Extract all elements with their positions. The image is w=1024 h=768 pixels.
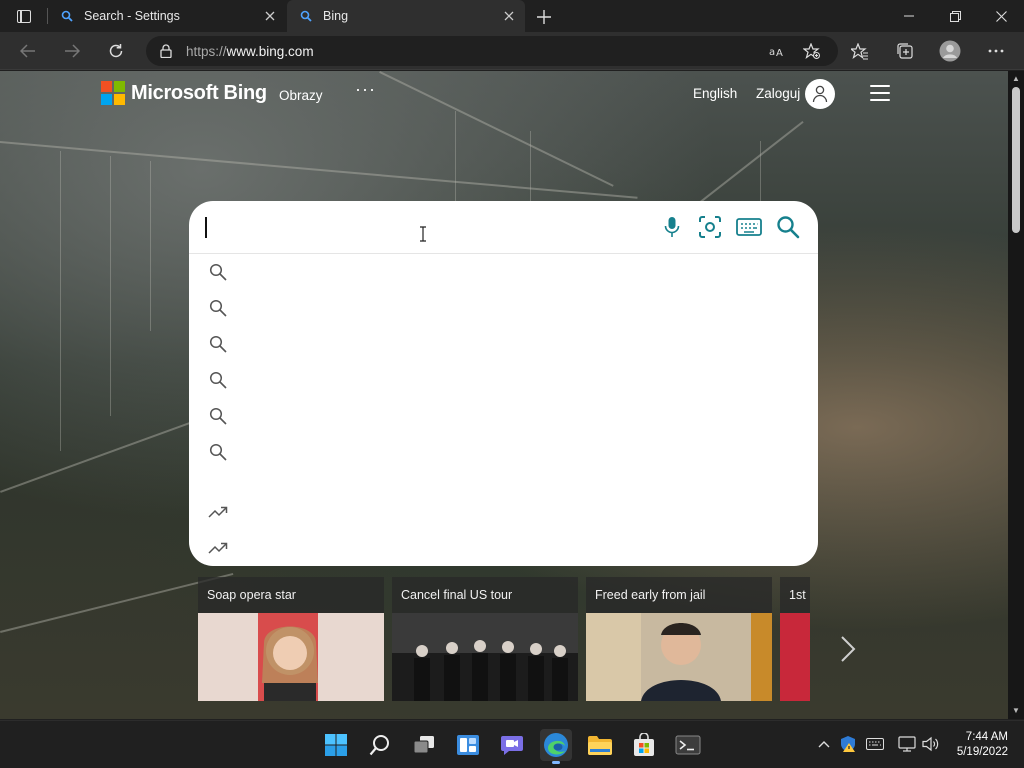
minimize-button[interactable] xyxy=(886,0,932,32)
tab-strip: Search - Settings Bing xyxy=(0,0,1024,32)
clock-date: 5/19/2022 xyxy=(956,746,1008,758)
bridge-rope xyxy=(455,111,456,211)
user-avatar-icon[interactable] xyxy=(805,79,835,109)
brand-name: Microsoft Bing xyxy=(131,81,267,104)
widgets-icon[interactable] xyxy=(452,729,484,761)
network-icon[interactable] xyxy=(898,735,916,753)
scroll-up-icon[interactable]: ▲ xyxy=(1012,75,1020,83)
bing-homepage: Microsoft Bing Obrazy ··· English Zalogu… xyxy=(0,71,1008,719)
news-card[interactable]: 1st xyxy=(780,577,810,701)
collections-icon[interactable] xyxy=(891,37,919,65)
forward-icon[interactable] xyxy=(58,37,86,65)
favorites-icon[interactable] xyxy=(846,37,874,65)
file-explorer-icon[interactable] xyxy=(584,729,616,761)
keyboard-icon[interactable] xyxy=(736,214,762,240)
news-card-image xyxy=(586,613,772,701)
news-card-image xyxy=(780,613,810,701)
scroll-down-icon[interactable]: ▼ xyxy=(1012,707,1020,715)
url-text: https://www.bing.com xyxy=(186,43,314,59)
language-link[interactable]: English xyxy=(693,86,737,101)
close-tab-icon[interactable] xyxy=(262,8,278,24)
restore-button[interactable] xyxy=(932,0,978,32)
search-favicon-icon xyxy=(60,9,74,23)
close-tab-icon[interactable] xyxy=(501,8,517,24)
task-view-icon[interactable] xyxy=(408,729,440,761)
store-icon[interactable] xyxy=(628,729,660,761)
visual-search-icon[interactable] xyxy=(697,214,723,240)
bridge-rope xyxy=(379,71,614,187)
search-icon[interactable] xyxy=(364,729,396,761)
hamburger-menu-icon[interactable] xyxy=(870,85,890,101)
lock-icon[interactable] xyxy=(159,43,173,59)
read-aloud-translate-icon[interactable]: aA xyxy=(766,41,788,61)
news-card-image xyxy=(392,613,578,701)
trending-suggestion-icon[interactable] xyxy=(207,537,229,559)
news-card-title: Freed early from jail xyxy=(595,588,706,602)
history-suggestion-search-icon[interactable] xyxy=(207,405,229,427)
news-carousel: Soap opera star Cancel final US tour Fre… xyxy=(198,577,810,701)
microsoft-logo-icon xyxy=(101,81,125,105)
scrollbar-thumb[interactable] xyxy=(1012,87,1020,233)
edge-icon[interactable] xyxy=(540,729,572,764)
start-icon[interactable] xyxy=(320,729,352,761)
bridge-rope xyxy=(150,161,151,331)
history-suggestion-search-icon[interactable] xyxy=(207,441,229,463)
news-card-title: 1st xyxy=(789,588,806,602)
news-card[interactable]: Cancel final US tour xyxy=(392,577,578,701)
profile-avatar-icon[interactable] xyxy=(936,37,964,65)
news-card-title: Soap opera star xyxy=(207,588,296,602)
carousel-next-icon[interactable] xyxy=(838,634,858,664)
clock-time: 7:44 AM xyxy=(965,731,1008,743)
news-card[interactable]: Freed early from jail xyxy=(586,577,772,701)
news-card-title: Cancel final US tour xyxy=(401,588,513,602)
bridge-rope xyxy=(700,120,804,203)
tab-actions-menu-icon[interactable] xyxy=(8,6,40,26)
bridge-rope xyxy=(530,131,531,201)
search-input[interactable] xyxy=(189,201,818,254)
add-favorite-icon[interactable] xyxy=(801,41,823,61)
history-suggestion-search-icon[interactable] xyxy=(207,261,229,283)
volume-icon[interactable] xyxy=(922,735,940,753)
svg-text:A: A xyxy=(776,48,783,58)
clock[interactable]: 7:44 AM 5/19/2022 xyxy=(950,730,1008,760)
new-tab-button[interactable] xyxy=(533,6,555,28)
security-warning-icon[interactable] xyxy=(839,735,857,753)
address-bar[interactable]: https://www.bing.com aA xyxy=(146,36,838,66)
search-submit-icon[interactable] xyxy=(775,214,801,240)
history-suggestion-search-icon[interactable] xyxy=(207,297,229,319)
tab-title: Search - Settings xyxy=(84,9,180,23)
bing-logo[interactable]: Microsoft Bing xyxy=(101,81,267,105)
tab-search-settings[interactable]: Search - Settings xyxy=(48,0,286,32)
search-box xyxy=(189,201,818,566)
nav-images-link[interactable]: Obrazy xyxy=(279,88,323,103)
tab-title: Bing xyxy=(323,9,349,23)
taskbar: 7:44 AM 5/19/2022 xyxy=(0,720,1024,768)
text-caret xyxy=(205,217,207,238)
settings-more-icon[interactable] xyxy=(982,37,1010,65)
terminal-icon[interactable] xyxy=(672,729,704,761)
keyboard-input-icon[interactable] xyxy=(866,735,884,753)
close-window-button[interactable] xyxy=(978,0,1024,32)
back-icon[interactable] xyxy=(14,37,42,65)
bridge-rope xyxy=(110,156,111,416)
show-hidden-icons-chevron-icon[interactable] xyxy=(815,735,833,753)
microphone-icon[interactable] xyxy=(659,214,685,240)
history-suggestion-search-icon[interactable] xyxy=(207,333,229,355)
history-suggestion-search-icon[interactable] xyxy=(207,369,229,391)
tab-bing[interactable]: Bing xyxy=(287,0,525,32)
browser-toolbar: https://www.bing.com aA xyxy=(0,32,1024,70)
bridge-rope xyxy=(60,151,61,451)
news-card-image xyxy=(198,613,384,701)
nav-more-icon[interactable]: ··· xyxy=(355,79,376,100)
chat-icon[interactable] xyxy=(496,729,528,761)
news-card[interactable]: Soap opera star xyxy=(198,577,384,701)
page-scrollbar[interactable]: ▲ ▼ xyxy=(1008,71,1024,719)
signin-link[interactable]: Zaloguj xyxy=(756,86,800,101)
mouse-ibeam-cursor xyxy=(420,226,426,242)
search-favicon-icon xyxy=(299,9,313,23)
refresh-icon[interactable] xyxy=(102,37,130,65)
svg-text:a: a xyxy=(769,47,775,58)
trending-suggestion-icon[interactable] xyxy=(207,501,229,523)
